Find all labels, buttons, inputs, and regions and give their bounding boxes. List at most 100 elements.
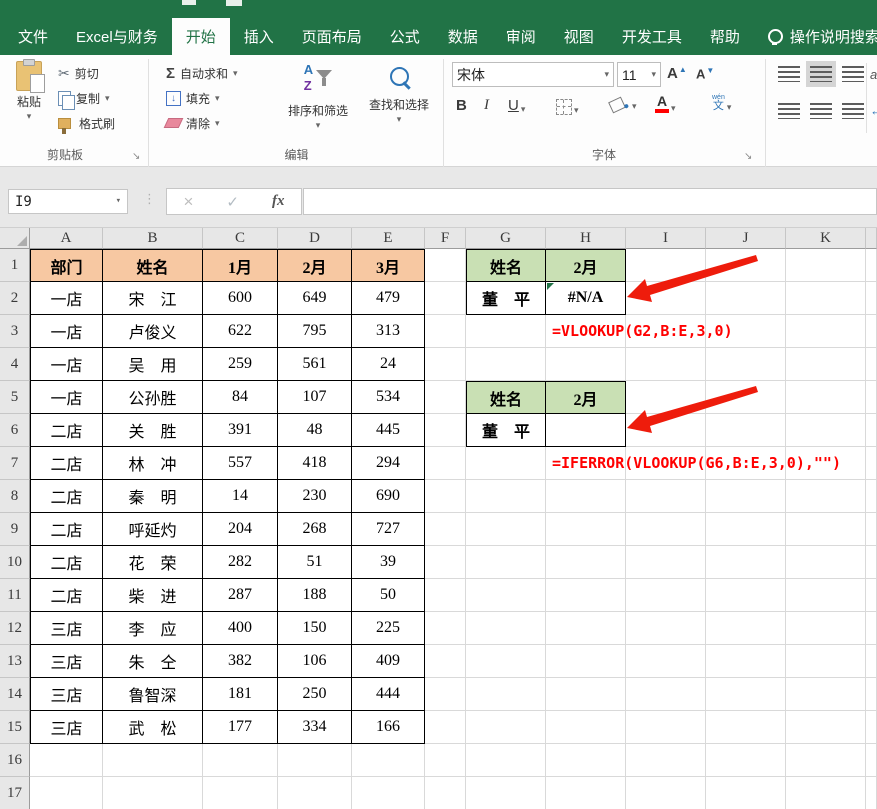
cell-J16[interactable]	[706, 744, 786, 777]
row-header-7[interactable]: 7	[0, 447, 30, 480]
grow-font-button[interactable]: A▲	[667, 65, 687, 82]
font-name-combo[interactable]: 宋体 ▾	[452, 62, 614, 87]
cell-K11[interactable]	[786, 579, 866, 612]
cell-B1[interactable]: 姓名	[103, 249, 203, 282]
cell-D14[interactable]: 250	[278, 678, 352, 711]
underline-dropdown-icon[interactable]: ▾	[521, 105, 526, 114]
cell-F5[interactable]	[425, 381, 466, 414]
cell-D16[interactable]	[278, 744, 352, 777]
phonetic-button[interactable]: wén 文 ▾	[712, 94, 731, 112]
tab-开发工具[interactable]: 开发工具	[608, 18, 696, 55]
font-name-dropdown-icon[interactable]: ▾	[604, 70, 609, 79]
phonetic-dropdown-icon[interactable]: ▾	[727, 103, 732, 112]
paste-button[interactable]: 粘贴 ▾	[6, 59, 52, 144]
cell-H1[interactable]: 2月	[546, 249, 626, 282]
cell-K6[interactable]	[786, 414, 866, 447]
cell-B4[interactable]: 吴 用	[103, 348, 203, 381]
tab-插入[interactable]: 插入	[230, 18, 288, 55]
cell-x13[interactable]	[866, 645, 877, 678]
row-header-12[interactable]: 12	[0, 612, 30, 645]
cell-H11[interactable]	[546, 579, 626, 612]
cell-C12[interactable]: 400	[203, 612, 278, 645]
cell-D13[interactable]: 106	[278, 645, 352, 678]
cell-G2[interactable]: 董 平	[466, 282, 546, 315]
cell-I11[interactable]	[626, 579, 706, 612]
cell-D7[interactable]: 418	[278, 447, 352, 480]
cell-B3[interactable]: 卢俊义	[103, 315, 203, 348]
cell-E1[interactable]: 3月	[352, 249, 425, 282]
cell-B17[interactable]	[103, 777, 203, 809]
cell-I13[interactable]	[626, 645, 706, 678]
cell-D10[interactable]: 51	[278, 546, 352, 579]
font-color-dropdown-icon[interactable]: ▾	[671, 104, 676, 113]
row-header-9[interactable]: 9	[0, 513, 30, 546]
cell-A1[interactable]: 部门	[30, 249, 103, 282]
cell-C11[interactable]: 287	[203, 579, 278, 612]
tab-审阅[interactable]: 审阅	[492, 18, 550, 55]
row-header-14[interactable]: 14	[0, 678, 30, 711]
cell-F12[interactable]	[425, 612, 466, 645]
cell-I4[interactable]	[626, 348, 706, 381]
fill-dropdown-icon[interactable]: ▾	[215, 94, 220, 103]
cell-B16[interactable]	[103, 744, 203, 777]
cell-x15[interactable]	[866, 711, 877, 744]
cell-A12[interactable]: 三店	[30, 612, 103, 645]
name-box[interactable]: I9 ▾	[8, 189, 128, 214]
cell-A9[interactable]: 二店	[30, 513, 103, 546]
cell-E7[interactable]: 294	[352, 447, 425, 480]
cell-I1[interactable]	[626, 249, 706, 282]
tab-开始[interactable]: 开始	[172, 18, 230, 55]
cell-C17[interactable]	[203, 777, 278, 809]
column-header-H[interactable]: H	[546, 228, 626, 249]
cell-K14[interactable]	[786, 678, 866, 711]
cell-A17[interactable]	[30, 777, 103, 809]
cell-x6[interactable]	[866, 414, 877, 447]
fill-color-button[interactable]: ▾	[610, 99, 637, 111]
cell-D4[interactable]: 561	[278, 348, 352, 381]
middle-align-button[interactable]	[806, 61, 836, 87]
cell-A14[interactable]: 三店	[30, 678, 103, 711]
cell-F15[interactable]	[425, 711, 466, 744]
cancel-icon[interactable]: ×	[183, 192, 193, 212]
cell-F8[interactable]	[425, 480, 466, 513]
cell-G8[interactable]	[466, 480, 546, 513]
find-select-button[interactable]: 查找和选择 ▾	[358, 59, 440, 144]
cell-K3[interactable]	[786, 315, 866, 348]
cell-F9[interactable]	[425, 513, 466, 546]
cell-G13[interactable]	[466, 645, 546, 678]
cell-B14[interactable]: 鲁智深	[103, 678, 203, 711]
cell-H13[interactable]	[546, 645, 626, 678]
row-header-4[interactable]: 4	[0, 348, 30, 381]
cell-K16[interactable]	[786, 744, 866, 777]
cell-J8[interactable]	[706, 480, 786, 513]
cell-B7[interactable]: 林 冲	[103, 447, 203, 480]
cell-E2[interactable]: 479	[352, 282, 425, 315]
cell-A10[interactable]: 二店	[30, 546, 103, 579]
cell-C16[interactable]	[203, 744, 278, 777]
row-header-15[interactable]: 15	[0, 711, 30, 744]
cell-K5[interactable]	[786, 381, 866, 414]
cell-K2[interactable]	[786, 282, 866, 315]
cell-C7[interactable]: 557	[203, 447, 278, 480]
font-color-button[interactable]: A ▾	[655, 94, 676, 113]
row-header-17[interactable]: 17	[0, 777, 30, 809]
cell-D12[interactable]: 150	[278, 612, 352, 645]
cell-E14[interactable]: 444	[352, 678, 425, 711]
cell-D6[interactable]: 48	[278, 414, 352, 447]
row-header-8[interactable]: 8	[0, 480, 30, 513]
cell-C3[interactable]: 622	[203, 315, 278, 348]
cell-E16[interactable]	[352, 744, 425, 777]
cell-J9[interactable]	[706, 513, 786, 546]
tab-页面布局[interactable]: 页面布局	[288, 18, 376, 55]
cell-x3[interactable]	[866, 315, 877, 348]
column-header-D[interactable]: D	[278, 228, 352, 249]
cell-E5[interactable]: 534	[352, 381, 425, 414]
copy-button[interactable]: 复制 ▾	[58, 87, 110, 109]
tab-数据[interactable]: 数据	[434, 18, 492, 55]
formula-input[interactable]	[303, 188, 877, 215]
column-header-I[interactable]: I	[626, 228, 706, 249]
cell-H16[interactable]	[546, 744, 626, 777]
row-header-2[interactable]: 2	[0, 282, 30, 315]
format-painter-button[interactable]: 格式刷	[58, 112, 115, 134]
font-size-combo[interactable]: 11 ▾	[617, 62, 661, 87]
